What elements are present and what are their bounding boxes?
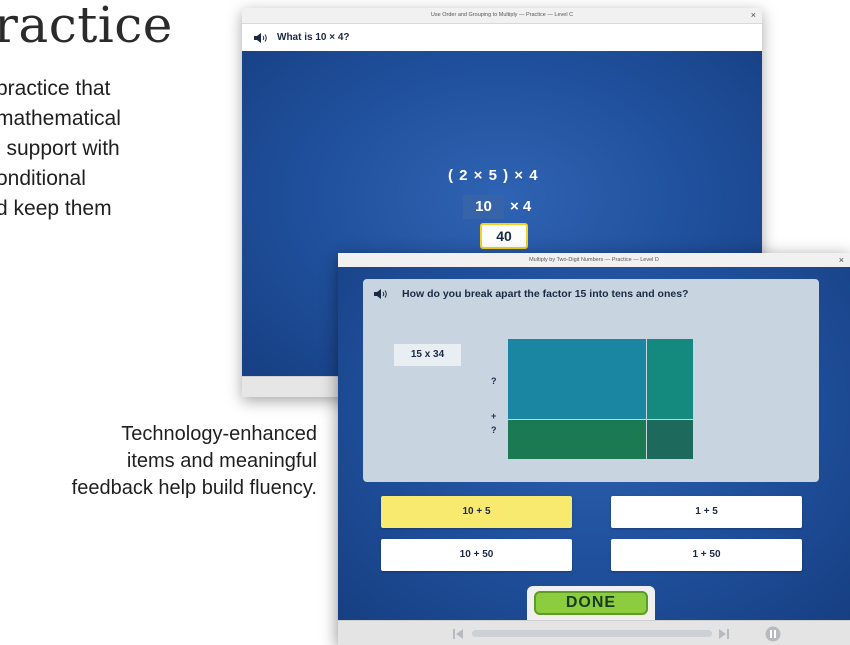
intro-line: mathematical bbox=[0, 107, 121, 130]
done-button[interactable]: DONE bbox=[534, 591, 648, 615]
answer-option[interactable]: 1 + 50 bbox=[611, 539, 802, 571]
intro-paragraph: practice that mathematical l support wit… bbox=[0, 74, 216, 224]
question-text: What is 10 × 4? bbox=[277, 32, 350, 43]
previous-icon[interactable] bbox=[452, 628, 464, 640]
intro-line: onditional bbox=[0, 167, 86, 190]
close-icon[interactable]: × bbox=[839, 253, 844, 267]
area-model-cell-bottom-left bbox=[508, 420, 646, 459]
next-icon[interactable] bbox=[718, 628, 730, 640]
section-heading: ractice bbox=[0, 0, 173, 54]
area-model-cell-top-left bbox=[508, 339, 646, 419]
factor-label: 15 x 34 bbox=[394, 344, 461, 366]
step-remainder: × 4 bbox=[510, 198, 532, 215]
answer-input[interactable]: 40 bbox=[480, 223, 528, 249]
area-model-cell-top-right bbox=[647, 339, 693, 419]
window-title: Use Order and Grouping to Multiply — Pra… bbox=[430, 12, 574, 18]
area-model bbox=[508, 339, 693, 459]
question-bar: What is 10 × 4? bbox=[242, 24, 762, 52]
plus-sign: + bbox=[491, 411, 497, 421]
window-title: Multiply by Two-Digit Numbers — Practice… bbox=[529, 257, 659, 263]
player-controls bbox=[338, 620, 850, 645]
question-text: How do you break apart the factor 15 int… bbox=[402, 288, 689, 300]
window-titlebar: Use Order and Grouping to Multiply — Pra… bbox=[242, 8, 762, 24]
window-titlebar: Multiply by Two-Digit Numbers — Practice… bbox=[338, 253, 850, 268]
done-tab: DONE bbox=[527, 586, 655, 620]
speaker-icon[interactable] bbox=[254, 32, 268, 43]
close-icon[interactable]: × bbox=[751, 8, 756, 23]
caption-text: Technology-enhanced items and meaningful… bbox=[72, 421, 317, 502]
answer-option[interactable]: 10 + 50 bbox=[381, 539, 572, 571]
area-model-cell-bottom-right bbox=[647, 420, 693, 459]
unknown-top-label: ? bbox=[491, 376, 497, 386]
answer-option[interactable]: 10 + 5 bbox=[381, 496, 572, 528]
progress-track[interactable] bbox=[472, 630, 712, 637]
question-panel: How do you break apart the factor 15 int… bbox=[363, 279, 819, 482]
intro-line: l support with bbox=[0, 137, 120, 160]
unknown-bottom-label: ? bbox=[491, 425, 497, 435]
question-row: How do you break apart the factor 15 int… bbox=[374, 288, 688, 300]
caption-line: feedback help build fluency. bbox=[71, 477, 317, 499]
caption-line: items and meaningful bbox=[126, 450, 317, 472]
caption-line: Technology-enhanced bbox=[121, 423, 317, 445]
problem-stage: How do you break apart the factor 15 int… bbox=[338, 267, 850, 620]
practice-window-level-d: Multiply by Two-Digit Numbers — Practice… bbox=[338, 253, 850, 645]
speaker-icon[interactable] bbox=[374, 289, 388, 299]
intro-line: d keep them bbox=[0, 197, 112, 220]
pause-icon[interactable] bbox=[765, 626, 781, 642]
grouped-expression: ( 2 × 5 ) × 4 bbox=[448, 167, 539, 184]
intro-line: practice that bbox=[0, 77, 111, 100]
answer-option[interactable]: 1 + 5 bbox=[611, 496, 802, 528]
step-value-box: 10 bbox=[463, 195, 504, 219]
